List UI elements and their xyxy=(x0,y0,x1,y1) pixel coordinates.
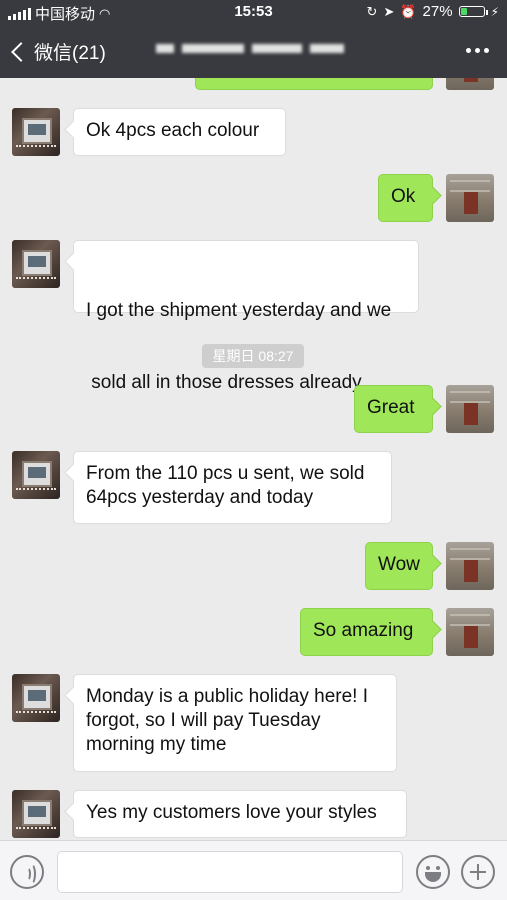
message-text: Ok 4pcs each colour xyxy=(86,120,260,141)
chat-bubble[interactable]: Ok 4pcs each colour xyxy=(73,108,286,156)
timestamp: 星期日 08:27 xyxy=(202,344,304,368)
chat-bubble[interactable]: Great xyxy=(354,385,433,433)
avatar-contact[interactable] xyxy=(12,674,60,722)
plus-icon[interactable] xyxy=(461,855,495,889)
message-text: So amazing xyxy=(313,620,414,641)
top-bar: 中国移动 ◠ 15:53 ↻ ➤ ⏰ 27% ⚡ 微信(21) xyxy=(0,0,507,78)
avatar-contact[interactable] xyxy=(12,451,60,499)
location-icon: ➤ xyxy=(383,3,395,19)
avatar-self[interactable] xyxy=(446,174,494,222)
chevron-left-icon xyxy=(11,41,31,62)
chat-bubble[interactable]: Ok xyxy=(378,174,433,222)
contact-name-redacted xyxy=(150,36,350,60)
input-bar xyxy=(0,840,507,900)
message-input[interactable] xyxy=(57,851,403,893)
avatar-contact[interactable] xyxy=(12,790,60,838)
chat-bubble[interactable]: Monday is a public holiday here! I forgo… xyxy=(73,674,397,772)
message-text: Yes my customers love your styles xyxy=(86,802,377,823)
avatar-self[interactable] xyxy=(446,608,494,656)
back-label: 微信(21) xyxy=(34,43,106,64)
voice-icon[interactable] xyxy=(10,855,44,889)
message-text: Great xyxy=(367,397,415,418)
message-line: From the 110 pcs u sent, we sold xyxy=(86,463,365,484)
chat-bubble[interactable]: So amazing xyxy=(300,608,433,656)
message-line: 64pcs yesterday and today xyxy=(86,487,314,508)
lock-rotation-icon: ↻ xyxy=(366,3,378,19)
alarm-icon: ⏰ xyxy=(400,3,417,19)
avatar-self[interactable] xyxy=(446,385,494,433)
emoji-icon[interactable] xyxy=(416,855,450,889)
message-line: Monday is a public holiday here! I xyxy=(86,686,368,707)
chat-bubble[interactable]: From the 110 pcs u sent, we sold 64pcs y… xyxy=(73,451,392,524)
more-dots-icon[interactable] xyxy=(466,48,489,53)
status-bar: 中国移动 ◠ 15:53 ↻ ➤ ⏰ 27% ⚡ xyxy=(0,0,507,24)
chat-bubble[interactable]: Wow xyxy=(365,542,433,590)
avatar-contact[interactable] xyxy=(12,108,60,156)
message-line: forgot, so I will pay Tuesday xyxy=(86,710,321,731)
battery-percent: 27% xyxy=(422,3,453,20)
message-text: Ok xyxy=(391,186,416,207)
avatar-self[interactable] xyxy=(446,542,494,590)
nav-bar: 微信(21) xyxy=(0,24,507,78)
battery-icon xyxy=(458,6,488,17)
charging-icon: ⚡ xyxy=(490,4,499,19)
message-text: Wow xyxy=(378,554,420,575)
message-line: morning my time xyxy=(86,734,227,755)
avatar-contact[interactable] xyxy=(12,240,60,288)
message-line: I got the shipment yesterday and we xyxy=(86,300,392,321)
back-button[interactable]: 微信(21) xyxy=(10,38,106,65)
chat-bubble[interactable]: Yes my customers love your styles xyxy=(73,790,407,838)
chat-bubble[interactable]: I got the shipment yesterday and we sold… xyxy=(73,240,419,393)
